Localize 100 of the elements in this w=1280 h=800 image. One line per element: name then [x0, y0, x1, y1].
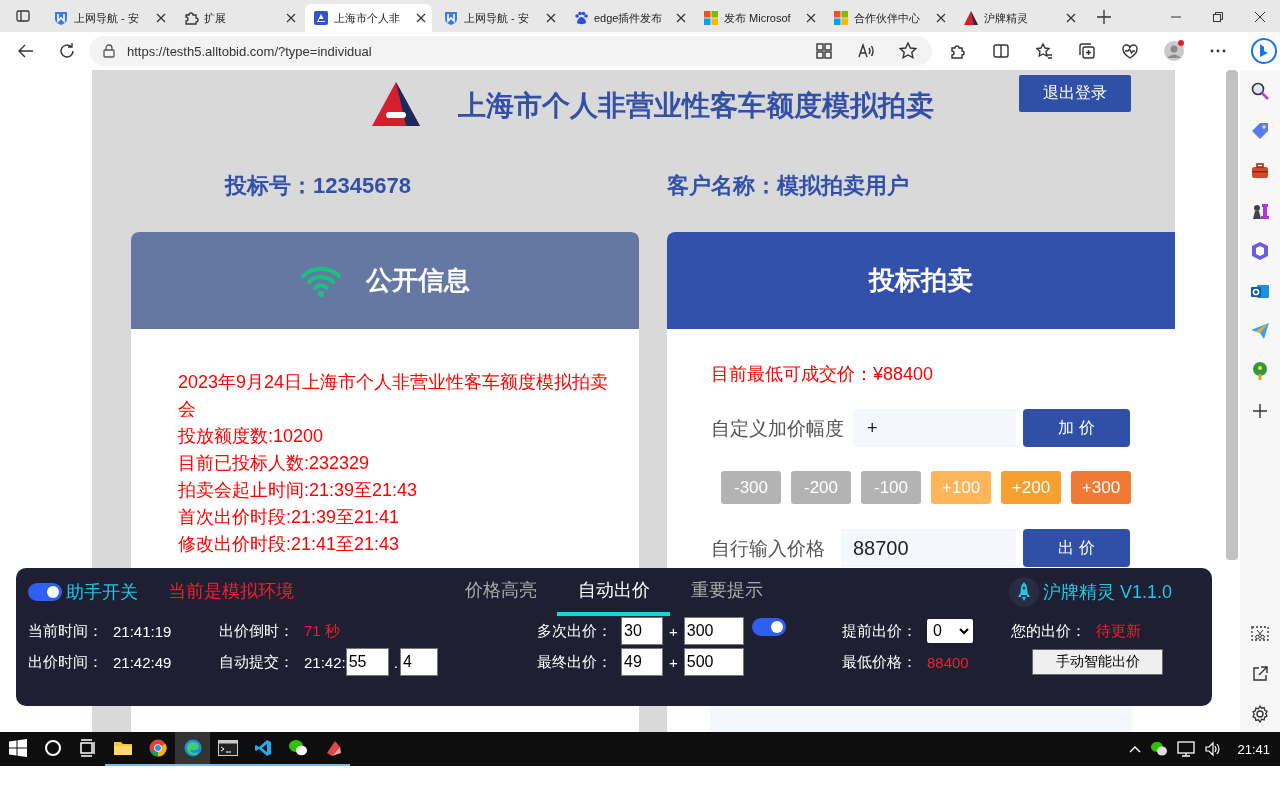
terminal-icon[interactable] — [217, 740, 238, 756]
bid-number: 投标号：12345678 — [225, 172, 412, 200]
manual-bid-button[interactable]: 手动智能出价 — [1032, 649, 1163, 675]
windows-logo-icon — [703, 10, 719, 26]
puzzle-icon — [183, 10, 199, 26]
number-field[interactable]: 500 — [683, 648, 744, 676]
open-external-icon[interactable] — [1250, 664, 1270, 684]
close-icon[interactable] — [806, 13, 816, 23]
field-label: 最低价格： — [842, 652, 918, 672]
favorite-star-icon[interactable] — [898, 41, 918, 61]
number-field[interactable]: 30 — [621, 617, 663, 645]
favorites-icon[interactable] — [1034, 41, 1054, 61]
panel-title: 公开信息 — [366, 264, 470, 297]
panel-tab[interactable]: 重要提示 — [670, 568, 783, 616]
field-label: 出价倒时： — [219, 621, 295, 641]
triangle-logo-icon — [963, 10, 979, 26]
heart-pulse-icon[interactable] — [1120, 41, 1140, 61]
dot-separator: . — [393, 653, 398, 671]
scrollbar[interactable] — [1226, 70, 1238, 560]
dropdown[interactable]: 0 — [927, 619, 973, 643]
field-label: 多次出价： — [537, 621, 613, 641]
lowest-price: 目前最低可成交价：¥88400 — [711, 363, 935, 386]
screenshot-icon[interactable] — [1250, 624, 1270, 644]
windows-logo-icon — [833, 10, 849, 26]
windows-start-icon[interactable] — [8, 739, 27, 757]
edge-browser-icon[interactable] — [183, 739, 202, 757]
switch-label: 助手开关 — [66, 581, 138, 604]
copilot-icon[interactable] — [1251, 38, 1277, 64]
profile-avatar-icon[interactable] — [1163, 40, 1185, 62]
customer-name: 客户名称：模拟拍卖用户 — [667, 172, 909, 200]
restore-icon[interactable] — [1212, 11, 1224, 23]
chevron-up-icon[interactable] — [1129, 745, 1142, 753]
close-icon[interactable] — [156, 13, 166, 23]
number-field[interactable]: 4 — [399, 648, 438, 676]
close-icon[interactable] — [936, 13, 946, 23]
tree-icon[interactable] — [1250, 361, 1270, 381]
close-icon[interactable] — [1066, 13, 1076, 23]
volume-icon[interactable] — [1204, 741, 1223, 757]
search-icon[interactable] — [1250, 81, 1270, 101]
logout-button[interactable]: 退出登录 — [1019, 75, 1131, 112]
field-value: 71 秒 — [304, 621, 341, 641]
field-value: 待更新 — [1096, 621, 1142, 641]
split-screen-icon[interactable] — [991, 41, 1011, 61]
folder-icon[interactable] — [112, 739, 133, 757]
wifi-icon — [300, 264, 342, 297]
info-line: 投放额度数:10200 — [178, 425, 325, 448]
shield-icon — [53, 10, 69, 26]
close-icon[interactable] — [1254, 11, 1266, 23]
chess-pieces-icon[interactable] — [1250, 201, 1270, 221]
field-label: 自动提交： — [219, 652, 295, 672]
close-icon[interactable] — [676, 13, 686, 23]
info-line: 2023年9月24日上海市个人非营业性客车额度模拟拍卖会 — [178, 371, 609, 421]
info-line: 目前已投标人数:232329 — [178, 452, 371, 475]
refresh-icon[interactable] — [57, 41, 77, 61]
version-label: 沪牌精灵 V1.1.0 — [1042, 581, 1172, 604]
collections-icon[interactable] — [1077, 41, 1097, 61]
info-line: 修改出价时段:21:41至21:43 — [178, 533, 401, 556]
toolbox-icon[interactable] — [1250, 161, 1270, 181]
clock[interactable]: 21:41 — [1237, 741, 1270, 757]
task-view-icon[interactable] — [78, 739, 97, 757]
bid-button[interactable]: 出 价 — [1023, 529, 1130, 567]
network-icon[interactable] — [1177, 741, 1196, 757]
panel-tab[interactable]: 价格高亮 — [444, 568, 557, 616]
field-value: 88400 — [927, 653, 970, 671]
info-line: 拍卖会起止时间:21:39至21:43 — [178, 479, 419, 502]
chrome-icon[interactable] — [148, 739, 167, 757]
close-icon[interactable] — [416, 13, 426, 23]
raise-button[interactable]: 加 价 — [1023, 409, 1130, 447]
shield-icon — [443, 10, 459, 26]
chat-bubbles-icon[interactable] — [1150, 741, 1169, 757]
tag-icon[interactable] — [1250, 121, 1270, 141]
field-label: 最终出价： — [537, 652, 613, 672]
field-label: 自定义加价幅度 — [711, 416, 845, 441]
apps-icon[interactable] — [814, 41, 834, 61]
number-field[interactable]: 49 — [621, 648, 663, 676]
field-label: 您的出价： — [1011, 621, 1087, 641]
number-field[interactable]: 55 — [345, 648, 389, 676]
field-label: 当前时间： — [28, 621, 104, 641]
price-field[interactable]: 88700 — [841, 529, 1016, 567]
number-field[interactable]: 300 — [683, 617, 744, 645]
add-icon[interactable] — [1250, 401, 1270, 421]
tab-actions-icon[interactable] — [15, 8, 31, 24]
code-editor-icon[interactable] — [253, 739, 272, 757]
office-logo-icon[interactable] — [1250, 241, 1270, 261]
toggle-switch[interactable] — [28, 583, 62, 601]
browser-tab[interactable]: 上海市个人非 — [305, 4, 432, 32]
increment-field[interactable]: + — [853, 409, 1016, 447]
chevron-down-icon — [959, 627, 969, 635]
address-field[interactable]: https://testh5.alltobid.com/?type=individual — [89, 36, 932, 66]
field-label: 自行输入价格 — [711, 536, 826, 561]
close-icon[interactable] — [546, 13, 556, 23]
rocket-icon — [1008, 577, 1039, 607]
chat-bubbles-icon[interactable] — [287, 739, 308, 757]
paper-plane-icon[interactable] — [1250, 321, 1270, 341]
close-icon[interactable] — [286, 13, 296, 23]
search-circle-icon[interactable] — [43, 739, 62, 757]
toggle-switch[interactable] — [751, 618, 786, 636]
new-tab-icon[interactable] — [1097, 10, 1111, 24]
plus-sign: + — [669, 622, 678, 640]
settings-icon[interactable] — [1250, 704, 1270, 724]
